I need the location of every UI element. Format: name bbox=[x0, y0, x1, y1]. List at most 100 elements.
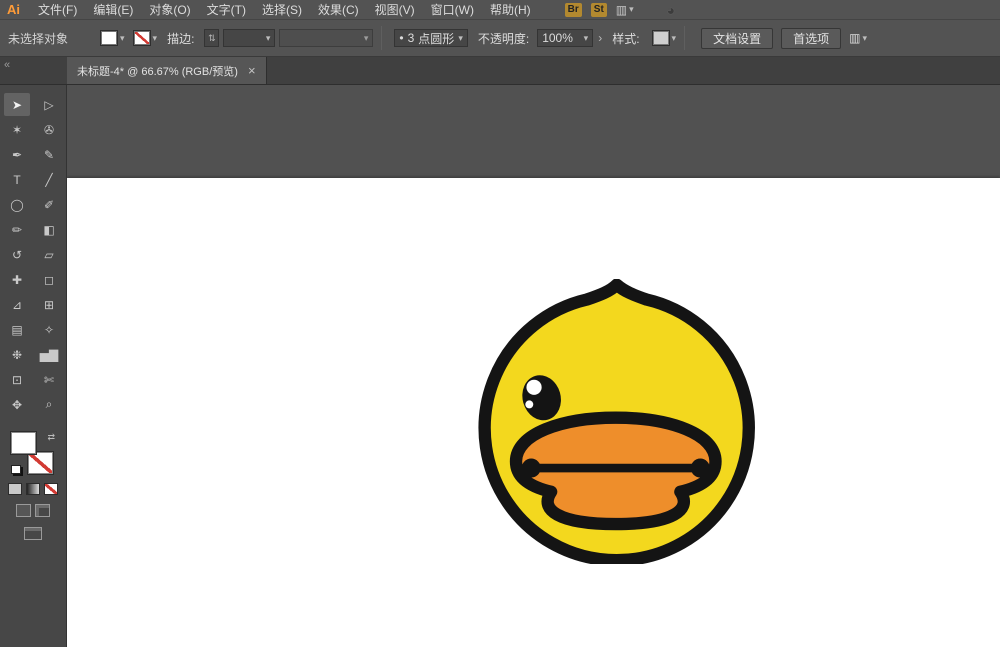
duck-mouth-dot-left bbox=[522, 459, 541, 478]
pen-tool[interactable]: ✒ bbox=[4, 143, 30, 166]
style-dropdown[interactable]: ▾ bbox=[652, 30, 677, 46]
menu-file[interactable]: 文件(F) bbox=[30, 0, 85, 19]
color-button[interactable] bbox=[8, 483, 22, 495]
opacity-value: 100% bbox=[542, 31, 573, 45]
column-graph-tool[interactable]: ▅▇ bbox=[36, 343, 62, 366]
mesh-tool[interactable]: ⊞ bbox=[36, 293, 62, 316]
draw-behind-button[interactable] bbox=[35, 504, 50, 517]
rotate-tool[interactable]: ↺ bbox=[4, 243, 30, 266]
divider bbox=[684, 26, 685, 50]
brush-definition-dropdown[interactable]: • 3 点圆形 ▾ bbox=[394, 29, 467, 47]
draw-mode-buttons bbox=[16, 504, 50, 517]
none-button[interactable] bbox=[44, 483, 58, 495]
eraser-tool[interactable]: ◧ bbox=[36, 218, 62, 241]
type-tool[interactable]: T bbox=[4, 168, 30, 191]
workspace-switcher[interactable]: ▥ ▾ bbox=[616, 3, 634, 17]
chevron-down-icon: ▾ bbox=[458, 33, 463, 44]
magic-wand-tool[interactable]: ✶ bbox=[4, 118, 30, 141]
lasso-tool[interactable]: ✇ bbox=[36, 118, 62, 141]
document-tab[interactable]: 未标题-4* @ 66.67% (RGB/预览) × bbox=[67, 57, 267, 84]
tool-grid: ➤ ▷ ✶ ✇ ✒ ✎ T ╱ ◯ ✐ ✏ ◧ ↺ ▱ ✚ ◻ ⊿ ⊞ ▤ ✧ bbox=[4, 93, 62, 416]
fill-swatch-icon bbox=[100, 30, 118, 46]
opacity-flyout-icon[interactable]: › bbox=[598, 31, 602, 45]
eyedropper-tool[interactable]: ✧ bbox=[36, 318, 62, 341]
swap-fill-stroke-icon[interactable]: ⇄ bbox=[47, 432, 55, 443]
stock-badge[interactable]: St bbox=[591, 3, 607, 17]
artboard-tool[interactable]: ⊡ bbox=[4, 368, 30, 391]
workspace-icon: ▥ bbox=[616, 3, 627, 17]
free-transform-tool[interactable]: ◻ bbox=[36, 268, 62, 291]
menu-effect[interactable]: 效果(C) bbox=[310, 0, 367, 19]
stroke-weight-stepper[interactable]: ⇅ bbox=[204, 29, 219, 47]
opacity-dropdown[interactable]: 100% ▾ bbox=[537, 29, 593, 47]
draw-normal-button[interactable] bbox=[16, 504, 31, 517]
gradient-button[interactable] bbox=[26, 483, 40, 495]
brush-dot-icon: • bbox=[399, 31, 403, 45]
perspective-grid-tool[interactable]: ⊿ bbox=[4, 293, 30, 316]
canvas-pasteboard[interactable] bbox=[67, 85, 1000, 647]
menu-type[interactable]: 文字(T) bbox=[199, 0, 254, 19]
screen-mode-button[interactable] bbox=[24, 527, 42, 540]
menu-edit[interactable]: 编辑(E) bbox=[85, 0, 141, 19]
menu-object[interactable]: 对象(O) bbox=[141, 0, 198, 19]
style-swatch-icon bbox=[652, 30, 670, 46]
app-swirl-icon: ◕ bbox=[667, 2, 675, 18]
duck-eye-highlight bbox=[526, 380, 541, 395]
style-label: 样式: bbox=[612, 30, 639, 47]
bridge-badge[interactable]: Br bbox=[565, 3, 582, 17]
stroke-color-swatch[interactable] bbox=[28, 452, 53, 474]
brush-size-value: 3 bbox=[408, 31, 415, 45]
duck-mouth-dot-right bbox=[691, 459, 710, 478]
stroke-weight-dropdown[interactable]: ▾ bbox=[223, 29, 275, 47]
line-segment-tool[interactable]: ╱ bbox=[36, 168, 62, 191]
brush-name-value: 点圆形 bbox=[418, 30, 454, 47]
tools-panel: ➤ ▷ ✶ ✇ ✒ ✎ T ╱ ◯ ✐ ✏ ◧ ↺ ▱ ✚ ◻ ⊿ ⊞ ▤ ✧ bbox=[0, 85, 67, 647]
chevron-down-icon: ▾ bbox=[153, 33, 158, 44]
preferences-button[interactable]: 首选项 bbox=[781, 28, 841, 49]
color-type-buttons bbox=[8, 483, 58, 495]
chevron-down-icon: ▾ bbox=[120, 33, 125, 44]
zoom-tool[interactable]: ⌕ bbox=[36, 393, 62, 416]
slice-tool[interactable]: ✄ bbox=[36, 368, 62, 391]
ellipse-tool[interactable]: ◯ bbox=[4, 193, 30, 216]
align-panel-control[interactable]: ▥ ▾ bbox=[849, 31, 867, 45]
main-area: ➤ ▷ ✶ ✇ ✒ ✎ T ╱ ◯ ✐ ✏ ◧ ↺ ▱ ✚ ◻ ⊿ ⊞ ▤ ✧ bbox=[0, 85, 1000, 647]
gradient-tool[interactable]: ▤ bbox=[4, 318, 30, 341]
document-tab-bar: « 未标题-4* @ 66.67% (RGB/预览) × bbox=[0, 57, 1000, 85]
menu-help[interactable]: 帮助(H) bbox=[482, 0, 539, 19]
scale-tool[interactable]: ▱ bbox=[36, 243, 62, 266]
chevron-down-icon: ▾ bbox=[672, 33, 677, 44]
document-tab-title: 未标题-4* @ 66.67% (RGB/预览) bbox=[77, 63, 238, 79]
default-colors-icon[interactable] bbox=[11, 465, 21, 474]
menu-bar-right: Br St ▥ ▾ ◕ bbox=[565, 2, 675, 18]
paintbrush-tool[interactable]: ✐ bbox=[36, 193, 62, 216]
symbol-sprayer-tool[interactable]: ❉ bbox=[4, 343, 30, 366]
menu-view[interactable]: 视图(V) bbox=[367, 0, 423, 19]
fill-color-swatch[interactable] bbox=[11, 432, 36, 454]
width-tool[interactable]: ✚ bbox=[4, 268, 30, 291]
menu-window[interactable]: 窗口(W) bbox=[423, 0, 482, 19]
app-logo: Ai bbox=[7, 2, 20, 17]
illustrator-window: Ai 文件(F) 编辑(E) 对象(O) 文字(T) 选择(S) 效果(C) 视… bbox=[0, 0, 1000, 647]
hand-tool[interactable]: ✥ bbox=[4, 393, 30, 416]
document-setup-button[interactable]: 文档设置 bbox=[701, 28, 773, 49]
toolbar-collapse-icon[interactable]: « bbox=[0, 57, 67, 84]
control-bar: 未选择对象 ▾ ▾ 描边: ⇅ ▾ ▾ • 3 点圆形 ▾ 不透明度: 100%… bbox=[0, 20, 1000, 57]
chevron-down-icon: ▾ bbox=[629, 4, 634, 15]
opacity-label: 不透明度: bbox=[478, 30, 529, 47]
stroke-color-control[interactable]: ▾ bbox=[133, 30, 158, 46]
duck-eye-highlight-small bbox=[525, 400, 533, 408]
direct-selection-tool[interactable]: ▷ bbox=[36, 93, 62, 116]
divider bbox=[381, 26, 382, 50]
close-icon[interactable]: × bbox=[248, 63, 256, 78]
menu-select[interactable]: 选择(S) bbox=[254, 0, 310, 19]
curvature-tool[interactable]: ✎ bbox=[36, 143, 62, 166]
menu-bar: Ai 文件(F) 编辑(E) 对象(O) 文字(T) 选择(S) 效果(C) 视… bbox=[0, 0, 1000, 20]
duck-artwork[interactable] bbox=[478, 279, 763, 564]
pencil-tool[interactable]: ✏ bbox=[4, 218, 30, 241]
fill-color-control[interactable]: ▾ bbox=[100, 30, 125, 46]
variable-width-dropdown[interactable]: ▾ bbox=[279, 29, 373, 47]
fill-stroke-swatches: ⇄ bbox=[11, 432, 55, 474]
selection-tool[interactable]: ➤ bbox=[4, 93, 30, 116]
selection-status: 未选择对象 bbox=[8, 30, 92, 47]
